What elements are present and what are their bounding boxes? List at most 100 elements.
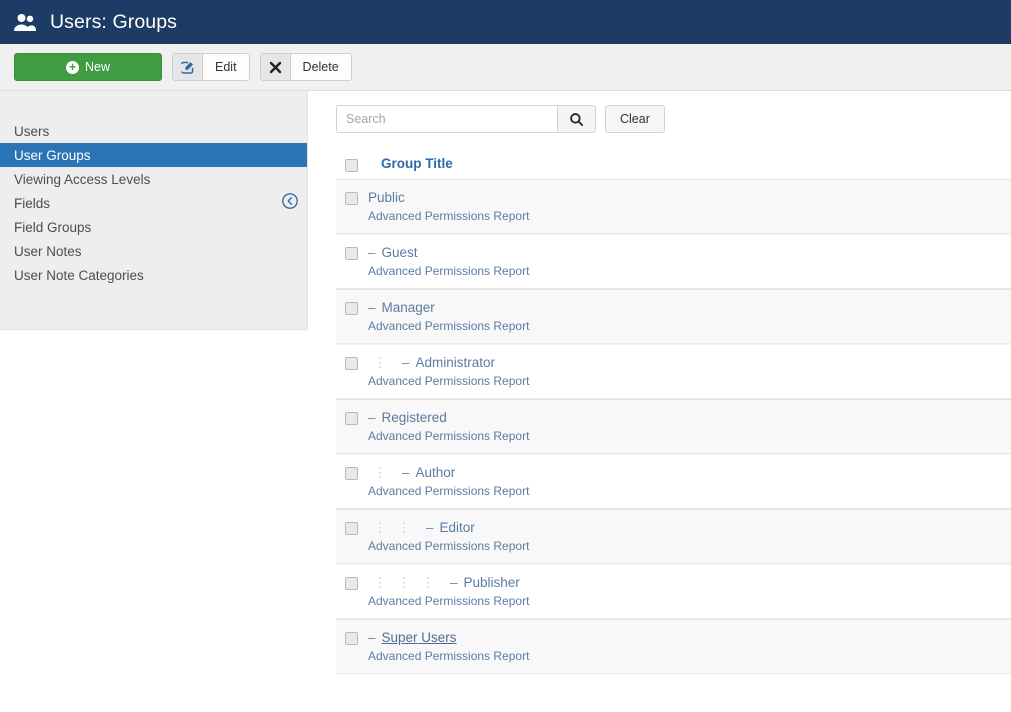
sidebar-item-field-groups[interactable]: Field Groups (0, 215, 307, 239)
row-title-line: Public (368, 189, 529, 206)
row-content: ⋮ ⋮ ⋮ – Publisher Advanced Permissions Report (368, 574, 529, 608)
row-checkbox[interactable] (345, 357, 358, 370)
row-title-line: ⋮ ⋮ ⋮ – Publisher (368, 574, 529, 591)
tree-level-icon: ⋮ (373, 520, 387, 535)
tree-level-icon: ⋮ (373, 575, 387, 590)
tree-dash-icon: – (368, 410, 376, 425)
row-checkbox[interactable] (345, 467, 358, 480)
table-row: – Registered Advanced Permissions Report (336, 399, 1011, 454)
table-row: ⋮ – Author Advanced Permissions Report (336, 454, 1011, 509)
tree-level-icon: ⋮ (421, 575, 435, 590)
advanced-permissions-report-link[interactable]: Advanced Permissions Report (368, 209, 529, 223)
row-checkbox[interactable] (345, 412, 358, 425)
advanced-permissions-report-link[interactable]: Advanced Permissions Report (368, 539, 529, 553)
row-content: ⋮ – Author Advanced Permissions Report (368, 464, 529, 498)
tree-level-icon: ⋮ (397, 520, 411, 535)
advanced-permissions-report-link[interactable]: Advanced Permissions Report (368, 649, 529, 663)
row-title-line: – Registered (368, 409, 529, 426)
row-title-line: ⋮ – Administrator (368, 354, 529, 371)
sidebar-item-label: User Note Categories (14, 267, 144, 283)
page-header: Users: Groups (0, 0, 1011, 44)
group-title-link[interactable]: Registered (382, 410, 447, 425)
group-title-link[interactable]: Publisher (464, 575, 520, 590)
column-header-group-title[interactable]: Group Title (381, 156, 453, 171)
sidebar-item-fields[interactable]: Fields (0, 191, 307, 215)
tree-level-icon: ⋮ (397, 575, 411, 590)
toolbar: + New Edit Delete (0, 44, 1011, 91)
table-row: Public Advanced Permissions Report (336, 179, 1011, 234)
row-checkbox[interactable] (345, 302, 358, 315)
tree-level-icon: ⋮ (373, 465, 387, 480)
tree-dash-icon: – (450, 575, 458, 590)
advanced-permissions-report-link[interactable]: Advanced Permissions Report (368, 429, 529, 443)
row-content: ⋮ ⋮ – Editor Advanced Permissions Report (368, 519, 529, 553)
group-title-link[interactable]: Super Users (382, 630, 457, 645)
tree-dash-icon: – (426, 520, 434, 535)
magnifier-icon[interactable] (557, 106, 595, 132)
row-checkbox[interactable] (345, 632, 358, 645)
advanced-permissions-report-link[interactable]: Advanced Permissions Report (368, 594, 529, 608)
advanced-permissions-report-link[interactable]: Advanced Permissions Report (368, 374, 529, 388)
row-title-line: – Guest (368, 244, 529, 261)
page-title: Users: Groups (50, 10, 178, 33)
sidebar-item-label: User Groups (14, 147, 91, 163)
row-content: ⋮ – Administrator Advanced Permissions Repo… (368, 354, 529, 388)
sidebar-item-label: User Notes (14, 243, 82, 259)
table-row: – Guest Advanced Permissions Report (336, 234, 1011, 289)
group-title-link[interactable]: Public (368, 190, 405, 205)
table-row: – Manager Advanced Permissions Report (336, 289, 1011, 344)
sidebar-item-user-groups[interactable]: User Groups (0, 143, 307, 167)
row-content: – Super Users Advanced Permissions Report (368, 629, 529, 663)
table-body: Public Advanced Permissions Report – Guest A… (336, 179, 1011, 674)
sidebar-item-users[interactable]: Users (0, 119, 307, 143)
sidebar-item-label: Viewing Access Levels (14, 171, 151, 187)
select-all-checkbox[interactable] (345, 158, 358, 172)
search-field-group (336, 105, 596, 133)
row-content: Public Advanced Permissions Report (368, 189, 529, 223)
sidebar-item-label: Field Groups (14, 219, 92, 235)
plus-circle-icon: + (65, 60, 79, 74)
x-mark-icon (260, 54, 291, 80)
advanced-permissions-report-link[interactable]: Advanced Permissions Report (368, 319, 529, 333)
content-area: Users User Groups Viewing Access Levels … (0, 91, 1011, 674)
delete-button-label: Delete (290, 54, 351, 80)
search-input[interactable] (337, 106, 557, 132)
row-title-line: – Super Users (368, 629, 529, 646)
group-title-link[interactable]: Administrator (416, 355, 496, 370)
sidebar: Users User Groups Viewing Access Levels … (0, 91, 308, 330)
sidebar-item-user-notes[interactable]: User Notes (0, 239, 307, 263)
sidebar-item-viewing-access-levels[interactable]: Viewing Access Levels (0, 167, 307, 191)
edit-button[interactable]: Edit (172, 53, 250, 81)
delete-button[interactable]: Delete (259, 53, 352, 81)
table-row: ⋮ ⋮ ⋮ – Publisher Advanced Permissions Report (336, 564, 1011, 619)
row-checkbox[interactable] (345, 522, 358, 535)
row-checkbox[interactable] (345, 192, 358, 205)
pencil-square-icon (173, 54, 203, 80)
table-row: ⋮ – Administrator Advanced Permissions Repo… (336, 344, 1011, 399)
advanced-permissions-report-link[interactable]: Advanced Permissions Report (368, 484, 529, 498)
sidebar-item-label: Users (14, 123, 50, 139)
tree-dash-icon: – (368, 245, 376, 260)
new-button-label: New (84, 60, 110, 74)
tree-level-icon: ⋮ (373, 355, 387, 370)
users-icon (12, 9, 38, 35)
main-panel: Clear Group Title Public Advanced Permiss… (308, 91, 1011, 674)
sidebar-item-label: Fields (14, 195, 51, 211)
table-row: ⋮ ⋮ – Editor Advanced Permissions Report (336, 509, 1011, 564)
row-checkbox[interactable] (345, 577, 358, 590)
circle-arrow-left-icon[interactable] (281, 192, 299, 210)
tree-dash-icon: – (402, 465, 410, 480)
sidebar-panel: Users User Groups Viewing Access Levels … (0, 91, 308, 330)
new-button[interactable]: + New (14, 53, 162, 81)
row-content: – Guest Advanced Permissions Report (368, 244, 529, 278)
group-title-link[interactable]: Guest (382, 245, 418, 260)
row-checkbox[interactable] (345, 247, 358, 260)
row-content: – Manager Advanced Permissions Report (368, 299, 529, 333)
group-title-link[interactable]: Editor (440, 520, 475, 535)
groups-table: Group Title Public Advanced Permissions R… (336, 148, 1011, 674)
clear-button[interactable]: Clear (605, 105, 665, 133)
sidebar-item-user-note-categories[interactable]: User Note Categories (0, 263, 307, 287)
group-title-link[interactable]: Author (416, 465, 456, 480)
advanced-permissions-report-link[interactable]: Advanced Permissions Report (368, 264, 529, 278)
group-title-link[interactable]: Manager (382, 300, 435, 315)
